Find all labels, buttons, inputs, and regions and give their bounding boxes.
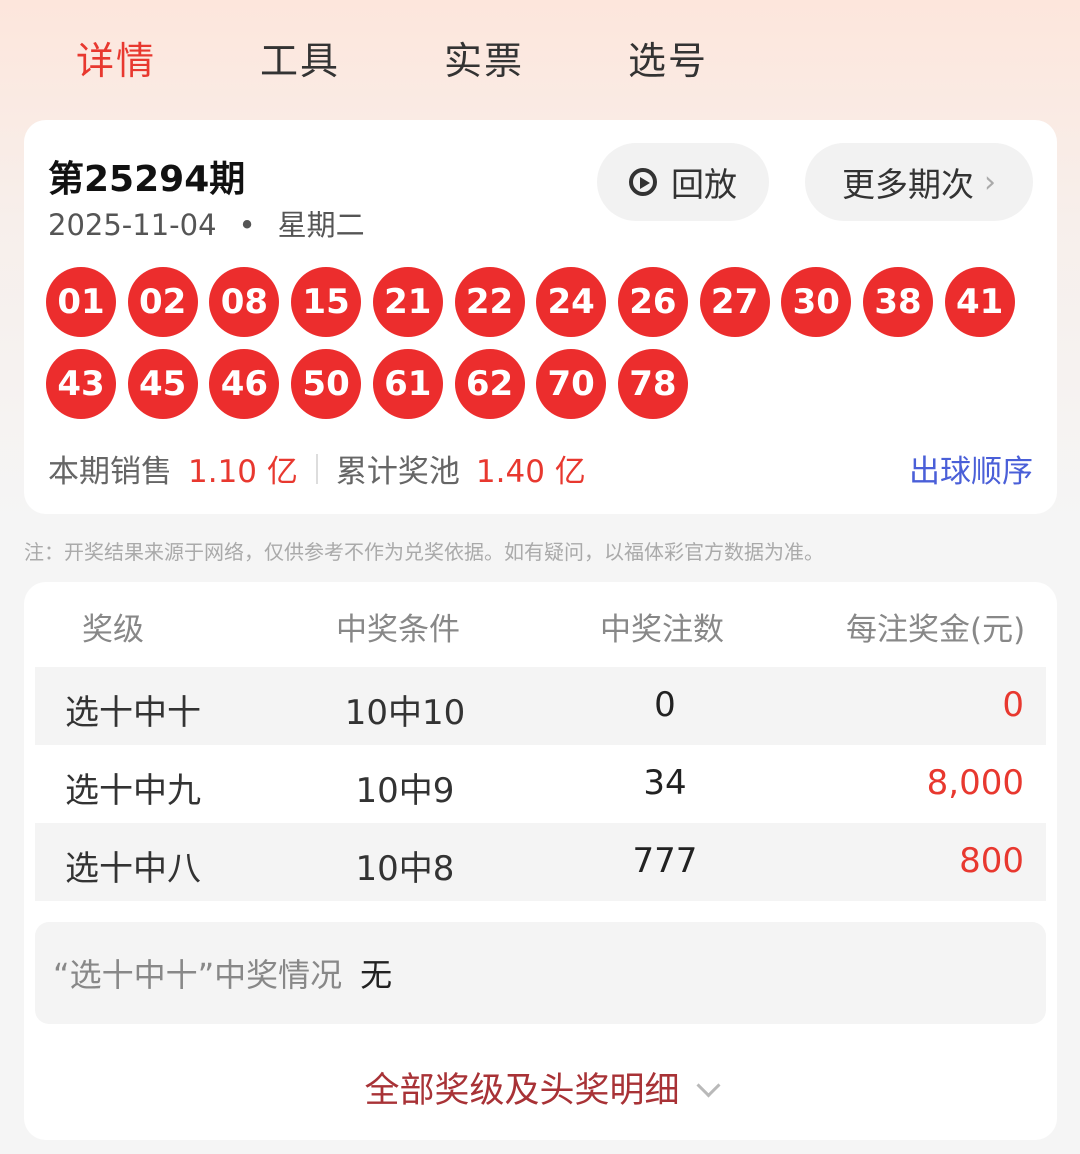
prize-table-header: 奖级 中奖条件 中奖注数 每注奖金(元) xyxy=(24,604,1057,650)
tab-real-tickets[interactable]: 实票 xyxy=(444,30,524,85)
separator-dot: • xyxy=(238,208,256,242)
number-ball: 70 xyxy=(536,349,607,419)
more-issues-label: 更多期次 xyxy=(842,165,974,204)
top-prize-status: “选十中十”中奖情况 无 xyxy=(35,922,1046,1024)
number-ball: 01 xyxy=(46,267,116,337)
number-ball: 22 xyxy=(454,267,525,337)
table-row: 选十中九 10中9 34 8,000 xyxy=(35,745,1046,823)
number-ball: 27 xyxy=(699,267,770,337)
prize-condition: 10中8 xyxy=(355,849,455,889)
divider xyxy=(315,453,318,484)
replay-label: 回放 xyxy=(671,165,737,204)
draw-date: 2025-11-04 xyxy=(48,208,217,242)
top-tab-bar: 详情 工具 实票 选号 xyxy=(0,0,1080,118)
draw-result-card: 第25294期 2025-11-04 • 星期二 回放 更多期次 › 01 02 08 1… xyxy=(24,120,1057,514)
number-ball: 45 xyxy=(127,349,198,419)
winner-count: 34 xyxy=(643,763,687,803)
number-ball: 24 xyxy=(536,267,607,337)
number-ball: 46 xyxy=(209,349,280,419)
header-level: 奖级 xyxy=(82,612,144,648)
prize-amount: 0 xyxy=(1002,685,1024,725)
prize-level: 选十中十 xyxy=(65,693,201,733)
tab-tools[interactable]: 工具 xyxy=(260,30,340,85)
number-ball: 21 xyxy=(372,267,443,337)
table-row: 选十中十 10中10 0 0 xyxy=(35,667,1046,745)
draw-order-link[interactable]: 出球顺序 xyxy=(909,446,1033,491)
prize-level: 选十中九 xyxy=(65,771,201,811)
number-ball: 50 xyxy=(291,349,362,419)
draw-weekday: 星期二 xyxy=(277,208,365,242)
chevron-down-icon xyxy=(695,1073,721,1098)
prize-condition: 10中10 xyxy=(344,693,466,733)
number-ball: 08 xyxy=(209,267,280,337)
pool-label: 累计奖池 xyxy=(335,454,460,490)
number-ball: 43 xyxy=(46,349,116,419)
sales-info: 本期销售 1.10 亿 累计奖池 1.40 亿 xyxy=(48,446,586,491)
number-ball: 38 xyxy=(863,267,933,337)
number-ball: 78 xyxy=(617,349,688,419)
number-ball: 62 xyxy=(454,349,525,419)
replay-icon xyxy=(629,168,657,196)
number-ball: 02 xyxy=(127,267,198,337)
disclaimer-note: 注：开奖结果来源于网络，仅供参考不作为兑奖依据。如有疑问，以福体彩官方数据为准。 xyxy=(24,540,824,564)
header-condition: 中奖条件 xyxy=(336,612,460,648)
top-prize-value: 无 xyxy=(360,956,393,994)
top-prize-label: “选十中十”中奖情况 xyxy=(53,956,343,994)
expand-label: 全部奖级及头奖明细 xyxy=(364,1071,680,1111)
pool-value: 1.40 亿 xyxy=(475,454,586,490)
number-ball: 61 xyxy=(372,349,443,419)
winner-count: 777 xyxy=(632,841,698,881)
winner-count: 0 xyxy=(654,685,676,725)
prize-condition: 10中9 xyxy=(355,771,455,811)
number-ball: 15 xyxy=(291,267,362,337)
header-count: 中奖注数 xyxy=(600,612,724,648)
replay-button[interactable]: 回放 xyxy=(597,143,769,221)
table-row: 选十中八 10中8 777 800 xyxy=(35,823,1046,901)
prize-amount: 8,000 xyxy=(926,763,1024,803)
prize-level: 选十中八 xyxy=(65,849,201,889)
prize-amount: 800 xyxy=(959,841,1024,881)
draw-date-line: 2025-11-04 • 星期二 xyxy=(48,202,365,244)
expand-all-prizes-button[interactable]: 全部奖级及头奖明细 xyxy=(24,1062,1057,1113)
prize-card: 奖级 中奖条件 中奖注数 每注奖金(元) 选十中十 10中10 0 0 选十中九… xyxy=(24,582,1057,1140)
sales-value: 1.10 亿 xyxy=(188,454,298,490)
sales-label: 本期销售 xyxy=(48,454,172,490)
chevron-right-icon: › xyxy=(984,164,996,200)
tab-details[interactable]: 详情 xyxy=(76,30,156,85)
number-ball: 41 xyxy=(944,267,1015,337)
number-ball: 26 xyxy=(617,267,688,337)
issue-number: 第25294期 xyxy=(48,159,246,200)
tab-pick-numbers[interactable]: 选号 xyxy=(628,30,708,85)
number-ball: 30 xyxy=(781,267,852,337)
more-issues-button[interactable]: 更多期次 › xyxy=(805,143,1033,221)
header-amount: 每注奖金(元) xyxy=(846,612,1026,648)
